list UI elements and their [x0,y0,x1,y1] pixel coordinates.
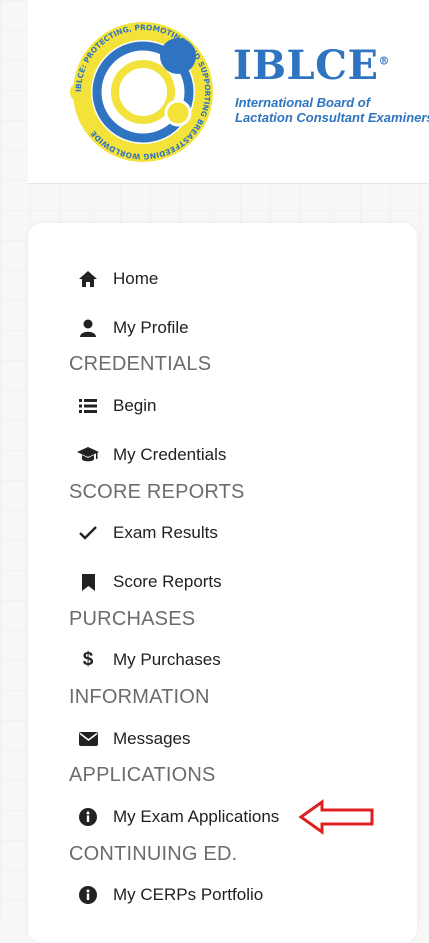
info-circle-icon [77,884,99,906]
dollar-icon: $ [82,649,94,670]
nav-item-label: My Profile [113,318,189,337]
section-heading-credentials: CREDENTIALS [69,353,212,375]
nav-item-my-exam-applications[interactable]: My Exam Applications [77,804,279,830]
nav-item-label: Begin [113,396,157,415]
nav-item-label: Home [113,269,159,288]
nav-item-label: Messages [113,729,191,748]
section-heading-information: INFORMATION [69,686,210,708]
nav-item-my-purchases[interactable]: $ My Purchases [77,647,221,673]
nav-item-label: Exam Results [113,523,218,542]
section-heading-score-reports: SCORE REPORTS [69,481,245,503]
info-circle-icon [77,806,99,828]
user-icon [77,317,99,339]
nav-item-label: Score Reports [113,572,222,591]
nav-item-label: My CERPs Portfolio [113,885,264,904]
brand-subtitle: International Board of Lactation Consult… [235,95,429,125]
nav-item-begin[interactable]: Begin [77,393,156,419]
section-heading-continuing-ed: CONTINUING ED. [69,843,238,865]
home-icon [77,268,99,290]
envelope-icon [77,728,99,750]
site-header: IBLCE: PROTECTING, PROMOTING AND SUPPORT… [28,0,429,184]
annotation-arrow-icon [298,799,374,835]
nav-item-score-reports[interactable]: Score Reports [77,569,222,595]
nav-item-my-cerps-portfolio[interactable]: My CERPs Portfolio [77,882,263,908]
nav-item-my-profile[interactable]: My Profile [77,315,189,341]
brand-title: IBLCE® [233,42,390,89]
section-heading-purchases: PURCHASES [69,608,196,630]
check-icon [77,522,99,544]
nav-item-label: My Exam Applications [113,807,280,826]
section-heading-applications: APPLICATIONS [69,764,216,786]
list-icon [77,395,99,417]
iblce-seal-logo[interactable]: IBLCE: PROTECTING, PROMOTING AND SUPPORT… [58,0,228,170]
nav-item-home[interactable]: Home [77,266,158,292]
nav-item-messages[interactable]: Messages [77,726,190,752]
nav-item-my-credentials[interactable]: My Credentials [77,442,226,468]
graduation-cap-icon [77,444,99,466]
nav-item-label: My Purchases [113,650,221,669]
bookmark-icon [77,571,99,593]
nav-item-label: My Credentials [113,445,227,464]
nav-item-exam-results[interactable]: Exam Results [77,520,218,546]
